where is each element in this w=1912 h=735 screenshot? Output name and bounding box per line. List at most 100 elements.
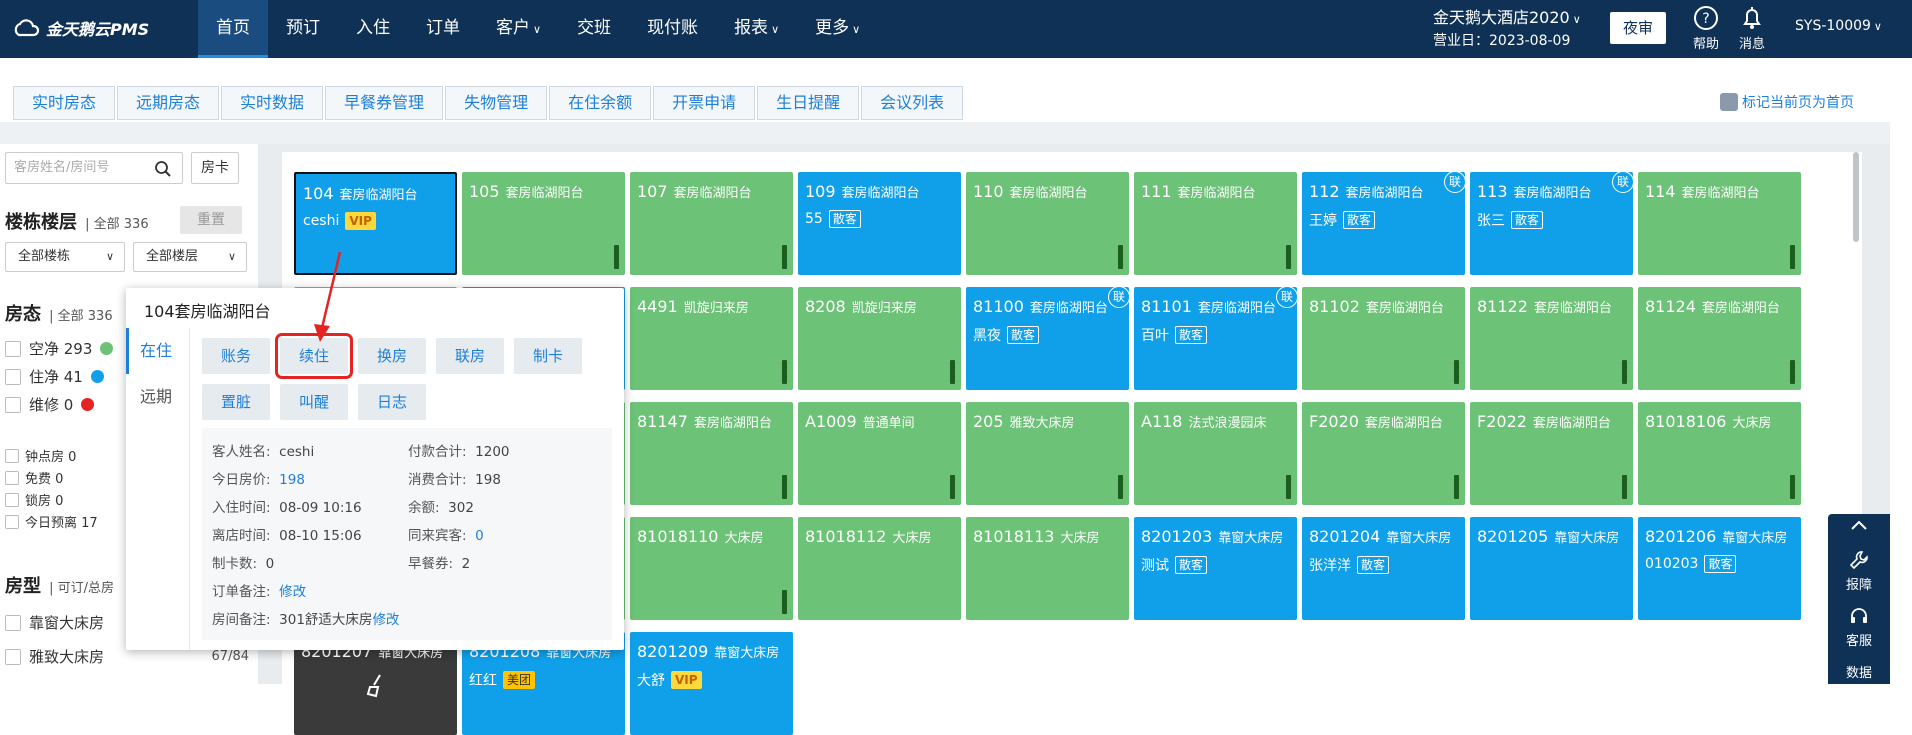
room-number: 4491 凯旋归来房 (637, 297, 749, 316)
nav-item-7[interactable]: 报表 ∨ (716, 0, 797, 58)
nav-item-4[interactable]: 客户 ∨ (478, 0, 559, 58)
room-tile[interactable]: 205 雅致大床房 (966, 402, 1129, 505)
billing-button[interactable]: 账务 (202, 338, 270, 374)
search-input[interactable]: 客房姓名/房间号 (5, 152, 183, 184)
room-tile[interactable]: 81102 套房临湖阳台 (1302, 287, 1465, 390)
building-select[interactable]: 全部楼栋 ∨ (5, 242, 125, 272)
status-filter-2[interactable]: 维修 0 (5, 394, 95, 415)
night-audit-button[interactable]: 夜审 (1610, 12, 1666, 44)
room-tile[interactable]: 81018106 大床房 (1638, 402, 1801, 505)
room-tile[interactable]: 8208 凯旋归来房 (798, 287, 961, 390)
flag-filter-1[interactable]: 免费 0 (5, 468, 63, 487)
tab-7[interactable]: 生日提醒 (757, 86, 860, 120)
link-room-button[interactable]: 联房 (436, 338, 504, 374)
report-fault-button[interactable]: 报障 (1828, 550, 1890, 593)
tab-future[interactable]: 远期 (126, 374, 189, 420)
room-tile[interactable]: F2020 套房临湖阳台 (1302, 402, 1465, 505)
tab-8[interactable]: 会议列表 (861, 86, 964, 120)
checkbox[interactable] (5, 448, 19, 463)
checkbox[interactable] (5, 340, 21, 357)
tab-in-house[interactable]: 在住 (126, 328, 189, 374)
room-tile[interactable]: 81147 套房临湖阳台 (630, 402, 793, 505)
nav-item-3[interactable]: 订单 (408, 0, 478, 58)
rate-value[interactable]: 198 (279, 472, 305, 488)
tab-4[interactable]: 失物管理 (445, 86, 548, 120)
order-note-edit-link[interactable]: 修改 (279, 584, 306, 600)
room-tile[interactable]: 81018113 大床房 (966, 517, 1129, 620)
room-tile[interactable]: 114 套房临湖阳台 (1638, 172, 1801, 275)
make-card-button[interactable]: 制卡 (514, 338, 582, 374)
tab-3[interactable]: 早餐券管理 (325, 86, 444, 120)
room-type: 普通单间 (862, 416, 915, 431)
search-icon[interactable] (154, 160, 172, 178)
user-menu[interactable]: SYS-10009 ∨ (1795, 18, 1882, 34)
room-tile[interactable]: 107 套房临湖阳台 (630, 172, 793, 275)
grid-scrollbar[interactable] (1853, 152, 1859, 242)
room-tile[interactable]: 8201204 靠窗大床房 张洋洋 散客 (1302, 517, 1465, 620)
checkbox[interactable] (5, 470, 19, 485)
room-tile[interactable]: 4491 凯旋归来房 (630, 287, 793, 390)
flag-filter-0[interactable]: 钟点房 0 (5, 446, 76, 465)
room-tile[interactable]: 81018110 大床房 (630, 517, 793, 620)
status-filter-0[interactable]: 空净 293 (5, 338, 114, 359)
log-button[interactable]: 日志 (358, 384, 426, 420)
nav-item-0[interactable]: 首页 (198, 0, 268, 58)
room-tile[interactable]: 81018112 大床房 (798, 517, 961, 620)
room-tile[interactable]: 81122 套房临湖阳台 (1470, 287, 1633, 390)
nav-item-8[interactable]: 更多 ∨ (797, 0, 878, 58)
checkbox[interactable] (5, 514, 19, 529)
room-tile[interactable]: 81101 套房临湖阳台 百叶 散客 联 (1134, 286, 1298, 390)
room-tile[interactable]: 81100 套房临湖阳台 黑夜 散客 联 (966, 286, 1130, 390)
messages-button[interactable]: 消息 (1732, 5, 1772, 52)
change-room-button[interactable]: 换房 (358, 338, 426, 374)
room-tile[interactable]: 81124 套房临湖阳台 (1638, 287, 1801, 390)
mark-as-homepage-link[interactable]: 标记当前页为首页 (1720, 92, 1854, 112)
scroll-top-button[interactable] (1828, 518, 1890, 536)
reset-button[interactable]: 重置 (180, 206, 242, 234)
customer-service-button[interactable]: 客服 (1828, 606, 1890, 649)
tab-0[interactable]: 实时房态 (13, 86, 116, 120)
tab-2[interactable]: 实时数据 (221, 86, 324, 120)
checkbox[interactable] (5, 396, 21, 413)
room-tile[interactable]: F2022 套房临湖阳台 (1470, 402, 1633, 505)
room-tile[interactable]: 8201206 靠窗大床房 010203 散客 (1638, 517, 1801, 620)
nav-item-label: 交班 (577, 18, 612, 38)
extend-stay-button[interactable]: 续住 (275, 333, 353, 379)
nav-item-1[interactable]: 预订 (268, 0, 338, 58)
flag-filter-2[interactable]: 锁房 0 (5, 490, 63, 509)
nav-item-5[interactable]: 交班 (559, 0, 629, 58)
room-tile[interactable]: 111 套房临湖阳台 (1134, 172, 1297, 275)
help-button[interactable]: ? 帮助 (1686, 5, 1726, 52)
room-tile[interactable]: 8201205 靠窗大床房 (1470, 517, 1633, 620)
room-card-button[interactable]: 房卡 (191, 152, 239, 184)
wake-up-button[interactable]: 叫醒 (280, 384, 348, 420)
tab-5[interactable]: 在住余额 (549, 86, 652, 120)
room-tile[interactable]: 8201203 靠窗大床房 测试 散客 (1134, 517, 1297, 620)
hotel-selector[interactable]: 金天鹅大酒店2020 ∨ (1433, 8, 1581, 30)
companions-value[interactable]: 0 (475, 528, 484, 544)
room-tile[interactable]: 113 套房临湖阳台 张三 散客 联 (1470, 171, 1634, 275)
floor-select[interactable]: 全部楼层 ∨ (133, 242, 247, 272)
room-tile[interactable]: 112 套房临湖阳台 王婷 散客 联 (1302, 171, 1466, 275)
status-filter-1[interactable]: 住净 41 (5, 366, 104, 387)
nav-item-2[interactable]: 入住 (338, 0, 408, 58)
room-tile[interactable]: 105 套房临湖阳台 (462, 172, 625, 275)
checkbox[interactable] (5, 492, 19, 507)
checkbox[interactable] (5, 648, 21, 665)
logo[interactable]: 金天鹅云PMS (12, 16, 149, 40)
room-note-edit-link[interactable]: 修改 (372, 612, 399, 628)
nav-item-6[interactable]: 现付账 (629, 0, 716, 58)
room-tile[interactable]: A118 法式浪漫园床 (1134, 402, 1297, 505)
flag-filter-3[interactable]: 今日预离 17 (5, 512, 98, 531)
checkbox[interactable] (5, 614, 21, 631)
room-tile[interactable]: A1009 普通单间 (798, 402, 961, 505)
room-tile[interactable]: 109 套房临湖阳台 55 散客 (798, 172, 961, 275)
data-button[interactable]: 数据 (1828, 662, 1890, 681)
tab-1[interactable]: 远期房态 (117, 86, 220, 120)
tab-6[interactable]: 开票申请 (653, 86, 756, 120)
set-dirty-button[interactable]: 置脏 (202, 384, 270, 420)
room-tile[interactable]: 110 套房临湖阳台 (966, 172, 1129, 275)
room-number: 81101 套房临湖阳台 (1141, 297, 1276, 316)
checkbox[interactable] (5, 368, 21, 385)
room-tile[interactable]: 104 套房临湖阳台 ceshi VIP (294, 172, 457, 275)
